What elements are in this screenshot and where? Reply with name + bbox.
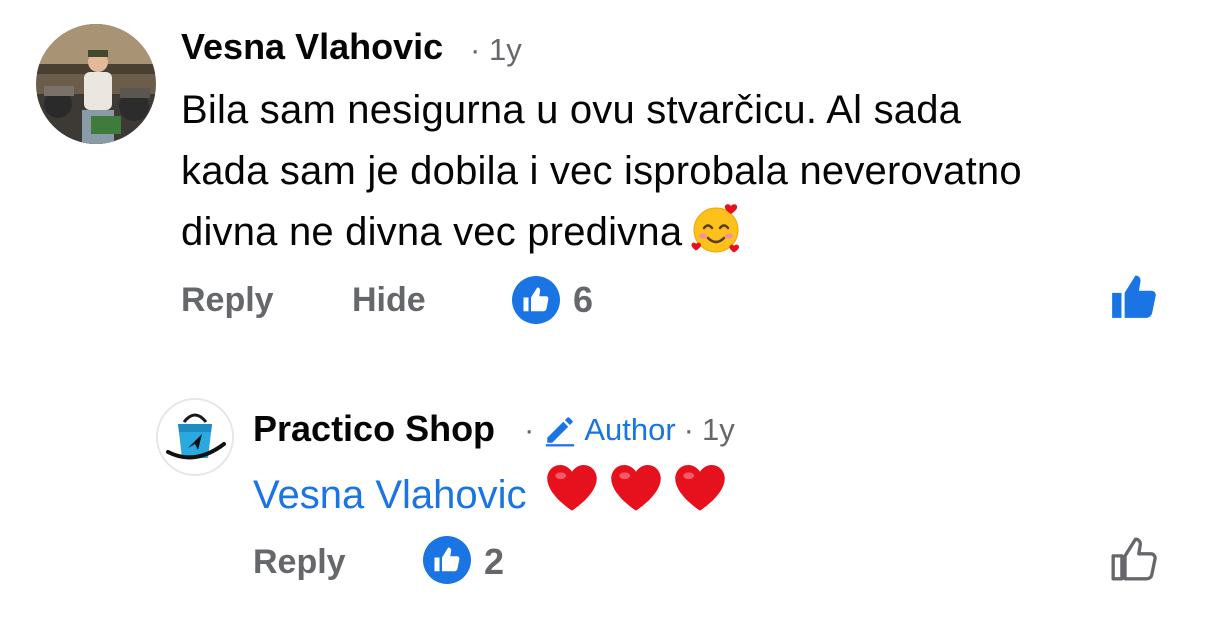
comment-body: Bila sam nesigurna u ovu stvarčicu. Al s…: [181, 80, 1171, 272]
meta-separator: ·: [470, 32, 481, 67]
red-heart-icon: [545, 462, 599, 527]
like-button-outline-icon[interactable]: [1108, 534, 1160, 589]
red-heart-icon: [609, 462, 663, 527]
comment-line-1: Bila sam nesigurna u ovu stvarčicu. Al s…: [181, 88, 962, 132]
shop-logo-avatar[interactable]: [156, 398, 234, 476]
meta-separator: ·: [524, 412, 535, 447]
comment-meta: · 1y: [470, 30, 522, 70]
reply-body: Vesna Vlahovic: [253, 462, 727, 527]
pencil-icon: [542, 413, 578, 447]
like-count[interactable]: 2: [484, 542, 504, 582]
comment-line-2: kada sam je dobila i vec isprobala never…: [181, 149, 1022, 193]
hide-button[interactable]: Hide: [352, 280, 426, 320]
like-count[interactable]: 6: [573, 280, 593, 320]
comment-author-name[interactable]: Vesna Vlahovic: [181, 26, 443, 68]
avatar[interactable]: [36, 24, 156, 144]
like-button-filled-icon[interactable]: [1108, 272, 1160, 327]
comment-line-3-text: divna ne divna vec predivna: [181, 210, 683, 254]
reply-author-name[interactable]: Practico Shop: [253, 408, 495, 450]
comment-timestamp[interactable]: 1y: [489, 32, 522, 67]
smiling-face-with-hearts-icon: [690, 202, 742, 272]
reply-timestamp[interactable]: 1y: [702, 410, 735, 450]
meta-separator-2: ·: [683, 412, 694, 447]
mention-link[interactable]: Vesna Vlahovic: [253, 467, 527, 523]
red-heart-icon: [673, 462, 727, 527]
author-badge: Author: [542, 410, 676, 450]
comment-line-3: divna ne divna vec predivna: [181, 202, 1171, 272]
like-reaction-icon[interactable]: [423, 536, 471, 584]
reply-meta: · Author · 1y: [524, 410, 735, 450]
like-reaction-icon[interactable]: [512, 276, 560, 324]
author-badge-label: Author: [584, 412, 676, 447]
reply-button[interactable]: Reply: [253, 542, 346, 582]
reply-button[interactable]: Reply: [181, 280, 274, 320]
